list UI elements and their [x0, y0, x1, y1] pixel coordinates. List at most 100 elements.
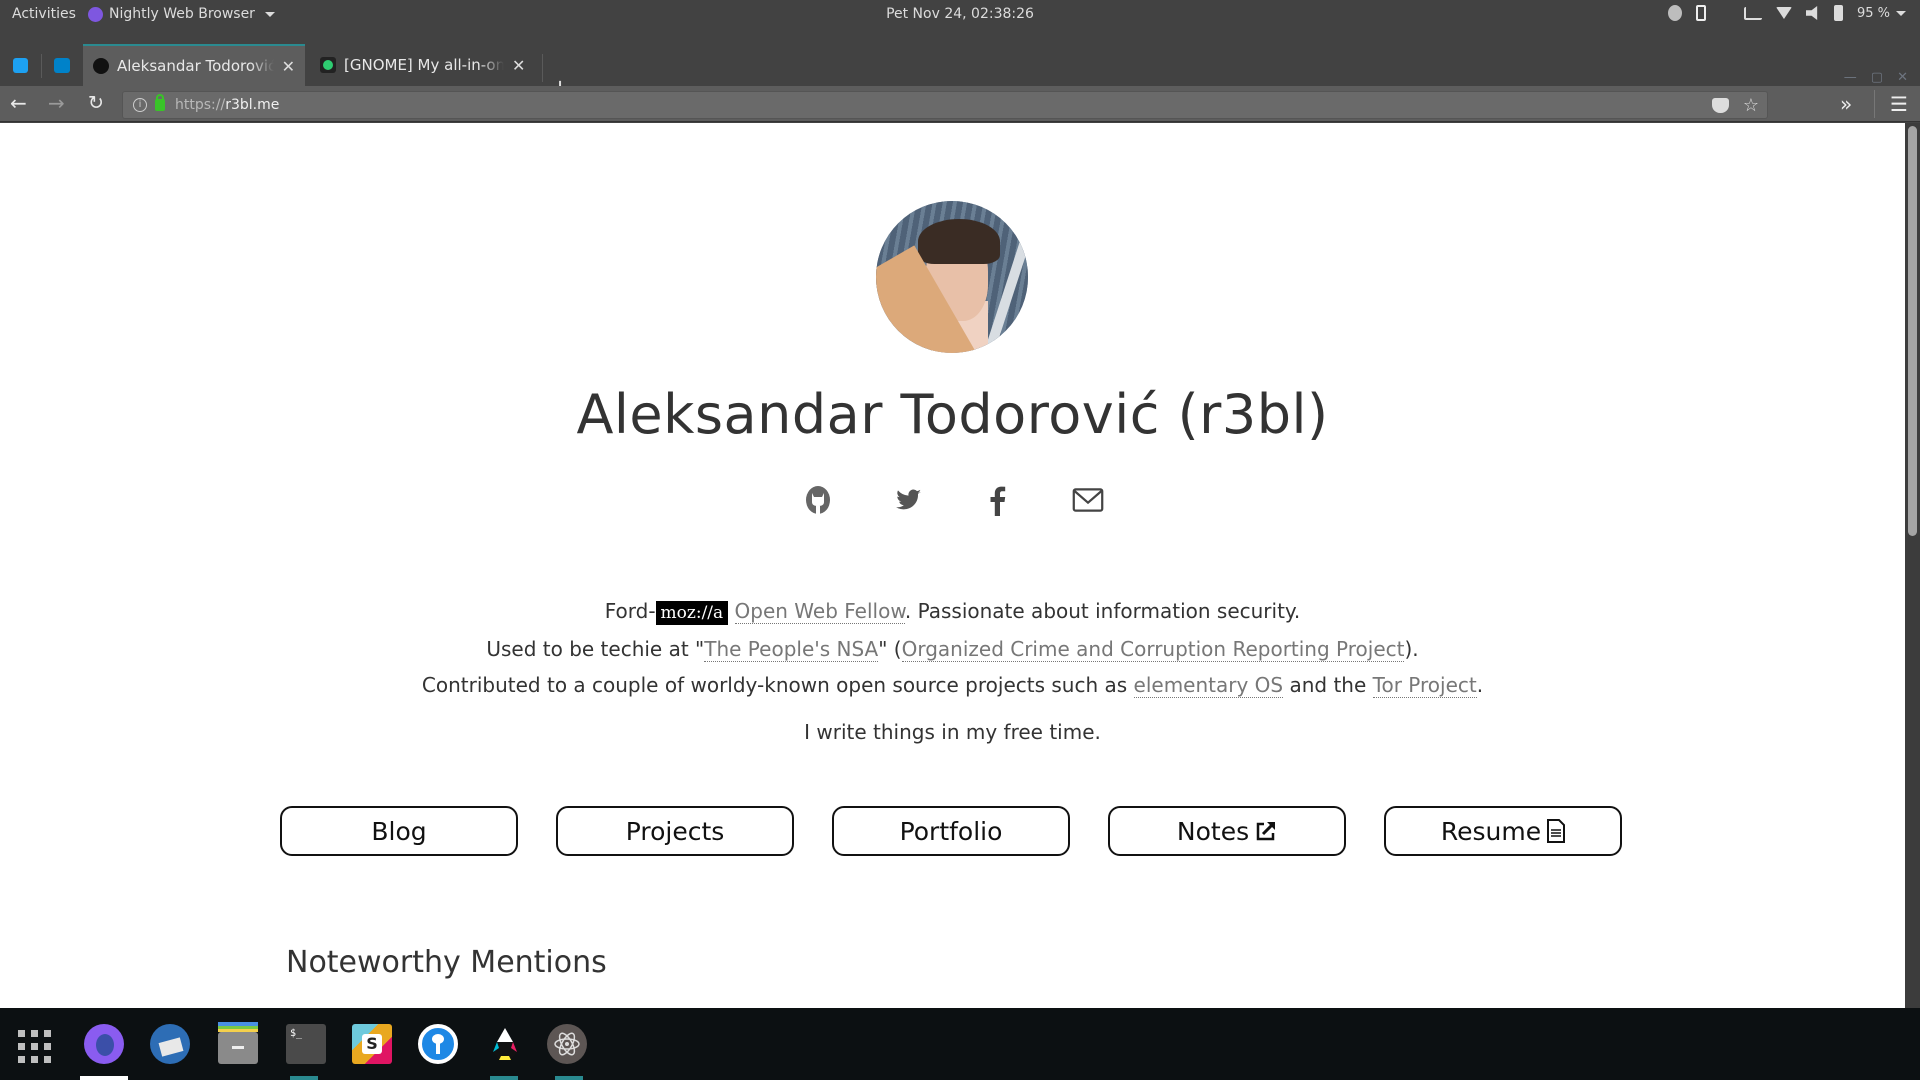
- button-label: Projects: [625, 816, 725, 846]
- close-window-icon[interactable]: ✕: [1897, 70, 1908, 85]
- blog-button[interactable]: Blog: [280, 806, 518, 856]
- volume-icon: [1805, 6, 1818, 20]
- social-links: [0, 484, 1905, 516]
- window-controls: — ▢ ✕: [1844, 70, 1908, 85]
- phone-icon[interactable]: [1695, 5, 1706, 21]
- green-dot-favicon-icon: [320, 57, 336, 73]
- tab-label: [GNOME] My all-in-one: [344, 56, 504, 74]
- dock: $_ S: [0, 1008, 1920, 1080]
- tab-pinned-twitter[interactable]: [0, 44, 40, 86]
- bio-text: . Passionate about information security.: [904, 599, 1301, 623]
- running-indicator: [80, 1076, 128, 1080]
- nightly-logo-icon: [88, 6, 103, 22]
- close-tab-icon[interactable]: ✕: [512, 56, 525, 75]
- page-title: Aleksandar Todorović (r3bl): [576, 383, 1329, 446]
- overflow-chevron-icon[interactable]: »: [1840, 92, 1852, 116]
- document-icon: [1547, 819, 1566, 843]
- terminal-icon[interactable]: $_: [286, 1024, 326, 1064]
- app-menu[interactable]: Nightly Web Browser: [88, 6, 275, 22]
- lock-icon[interactable]: [155, 94, 165, 111]
- minimize-icon[interactable]: —: [1844, 70, 1857, 85]
- bio-text: Ford-: [604, 599, 656, 623]
- button-label: Resume: [1440, 816, 1542, 846]
- show-apps-button[interactable]: [14, 1024, 54, 1064]
- color-picker-icon[interactable]: [485, 1024, 525, 1064]
- keepass-icon[interactable]: [418, 1024, 458, 1064]
- url-bar[interactable]: i https:// r3bl.me ☆: [122, 91, 1768, 119]
- notes-button[interactable]: Notes: [1108, 806, 1346, 856]
- slack-icon[interactable]: S: [352, 1024, 392, 1064]
- button-label: Notes: [1176, 816, 1250, 846]
- activities-button[interactable]: Activities: [12, 6, 76, 22]
- scrollbar-thumb[interactable]: [1908, 126, 1917, 536]
- bio-text: Used to be techie at ": [486, 637, 705, 661]
- resume-button[interactable]: Resume: [1384, 806, 1622, 856]
- system-menu-chevron-icon[interactable]: [1896, 10, 1906, 16]
- navigation-bar: ← → ↻ i https:// r3bl.me ☆ » ☰: [0, 86, 1920, 122]
- external-link-icon: [1256, 822, 1276, 841]
- reload-button[interactable]: ↻: [88, 92, 104, 114]
- clock[interactable]: Pet Nov 24, 02:38:26: [0, 6, 1920, 22]
- close-tab-icon[interactable]: ✕: [282, 57, 295, 76]
- email-icon[interactable]: [1072, 484, 1104, 516]
- bio-text: Contributed to a couple of worldy-known …: [421, 673, 1134, 697]
- back-button[interactable]: ←: [10, 92, 27, 114]
- url-host: r3bl.me: [225, 97, 280, 113]
- twitter-icon[interactable]: [892, 484, 924, 516]
- tab-bar: Aleksandar Todorović (r3bl) ✕ [GNOME] My…: [0, 30, 1920, 102]
- battery-icon: [1833, 5, 1843, 21]
- battery-percent: 95 %: [1856, 5, 1890, 21]
- mozilla-badge: moz://a: [655, 601, 729, 625]
- avatar: [876, 201, 1028, 353]
- url-scheme: https://: [175, 97, 226, 113]
- running-indicator: [490, 1076, 518, 1080]
- firefox-nightly-icon[interactable]: [84, 1024, 124, 1064]
- nav-buttons: Blog Projects Portfolio Notes Resume: [280, 806, 1622, 856]
- gnome-top-bar: Activities Nightly Web Browser Pet Nov 2…: [0, 0, 1920, 30]
- tab-gnome[interactable]: [GNOME] My all-in-one ✕: [310, 44, 538, 86]
- pocket-icon[interactable]: [1711, 98, 1729, 113]
- tab-r3bl[interactable]: Aleksandar Todorović (r3bl) ✕: [83, 44, 305, 86]
- free-time-text: I write things in my free time.: [804, 720, 1101, 744]
- open-web-fellow-link[interactable]: Open Web Fellow: [734, 599, 905, 624]
- bio: Ford-moz://a Open Web Fellow. Passionate…: [0, 593, 1905, 703]
- forward-button[interactable]: →: [48, 92, 65, 114]
- info-icon[interactable]: i: [133, 98, 147, 112]
- noteworthy-mentions-heading: Noteworthy Mentions: [286, 945, 607, 980]
- bio-text: ).: [1404, 637, 1419, 661]
- app-grid-icon: [14, 1024, 54, 1063]
- bookmark-star-icon[interactable]: ☆: [1743, 95, 1759, 116]
- peoples-nsa-link[interactable]: The People's NSA: [704, 637, 879, 662]
- facebook-icon[interactable]: [982, 484, 1014, 516]
- elementary-os-link[interactable]: elementary OS: [1133, 673, 1284, 698]
- display-icon: [1743, 6, 1762, 20]
- github-icon[interactable]: [802, 484, 834, 516]
- occrp-link[interactable]: Organized Crime and Corruption Reporting…: [901, 637, 1405, 662]
- bio-text: .: [1476, 673, 1484, 697]
- bio-line-3: Contributed to a couple of worldy-known …: [0, 667, 1905, 703]
- atom-icon[interactable]: [547, 1024, 587, 1064]
- bio-text: and the: [1283, 673, 1373, 697]
- bio-line-1: Ford-moz://a Open Web Fellow. Passionate…: [0, 593, 1905, 631]
- chevron-down-icon: [264, 11, 275, 17]
- tab-pinned-nextcloud[interactable]: [42, 44, 82, 86]
- tor-project-link[interactable]: Tor Project: [1372, 673, 1477, 698]
- page-scrollbar[interactable]: [1905, 123, 1920, 1008]
- maximize-icon[interactable]: ▢: [1871, 70, 1883, 85]
- web-page: Aleksandar Todorović (r3bl) Ford-moz://a…: [0, 123, 1905, 1008]
- button-label: Portfolio: [899, 816, 1003, 846]
- tab-label: Aleksandar Todorović (r3bl): [117, 57, 274, 75]
- projects-button[interactable]: Projects: [556, 806, 794, 856]
- wifi-icon: [1775, 7, 1792, 19]
- files-icon[interactable]: [218, 1022, 258, 1064]
- running-indicator: [555, 1076, 583, 1080]
- keepass-tray-icon[interactable]: [1667, 5, 1682, 21]
- thunderbird-icon[interactable]: [150, 1024, 190, 1064]
- button-label: Blog: [371, 816, 427, 846]
- bio-text: " (: [878, 637, 902, 661]
- system-tray[interactable]: 95 %: [1667, 5, 1906, 21]
- menu-icon[interactable]: ☰: [1890, 92, 1908, 116]
- nextcloud-icon: [54, 57, 70, 73]
- r3bl-favicon-icon: [93, 58, 109, 74]
- portfolio-button[interactable]: Portfolio: [832, 806, 1070, 856]
